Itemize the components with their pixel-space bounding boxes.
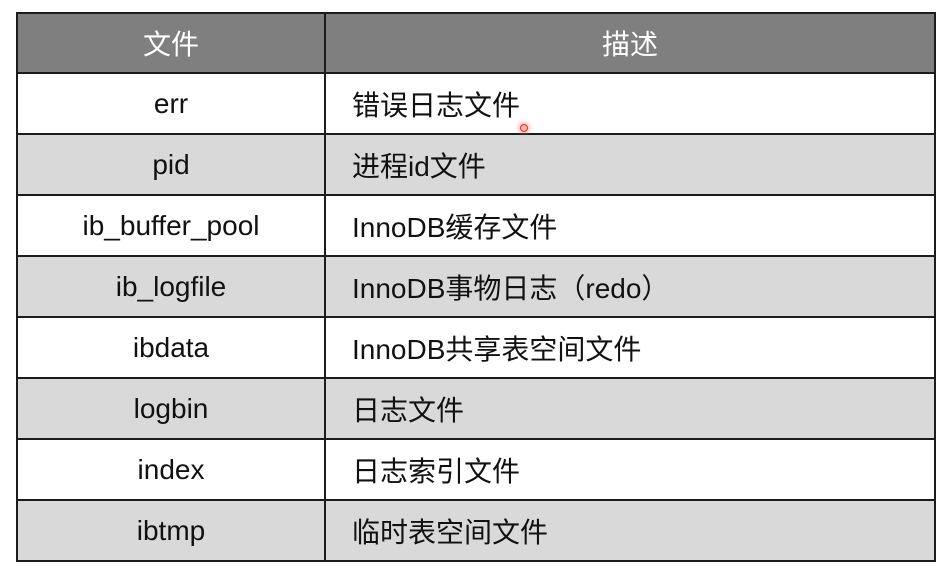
file-cell: ibtmp	[18, 501, 326, 560]
header-file: 文件	[18, 14, 326, 72]
file-cell: index	[18, 440, 326, 499]
table-row: ibdata InnoDB共享表空间文件	[18, 316, 934, 377]
description-cell: InnoDB事物日志（redo）	[352, 272, 670, 304]
description-cell: InnoDB缓存文件	[352, 211, 558, 243]
table-row: index 日志索引文件	[18, 438, 934, 499]
table-row: ibtmp 临时表空间文件	[18, 499, 934, 560]
file-cell: ib_buffer_pool	[18, 196, 326, 255]
file-cell: pid	[18, 135, 326, 194]
table-row: err 错误日志文件	[18, 72, 934, 133]
file-cell: ibdata	[18, 318, 326, 377]
table-row: ib_logfile InnoDB事物日志（redo）	[18, 255, 934, 316]
file-cell: logbin	[18, 379, 326, 438]
description-cell: 进程id文件	[352, 150, 486, 182]
description-cell: InnoDB共享表空间文件	[352, 333, 642, 365]
description-cell: 错误日志文件	[352, 89, 521, 121]
table-row: logbin 日志文件	[18, 377, 934, 438]
table-row: ib_buffer_pool InnoDB缓存文件	[18, 194, 934, 255]
file-description-table: 文件 描述 err 错误日志文件 pid 进程id文件 ib_buffer_po…	[16, 12, 936, 562]
file-cell: ib_logfile	[18, 257, 326, 316]
description-cell: 日志索引文件	[352, 455, 521, 487]
description-cell: 临时表空间文件	[352, 516, 549, 548]
description-cell: 日志文件	[352, 394, 465, 426]
header-description: 描述	[601, 29, 658, 60]
table-header-row: 文件 描述	[18, 14, 934, 72]
table-row: pid 进程id文件	[18, 133, 934, 194]
file-cell: err	[18, 74, 326, 133]
laser-pointer-icon	[520, 124, 528, 132]
